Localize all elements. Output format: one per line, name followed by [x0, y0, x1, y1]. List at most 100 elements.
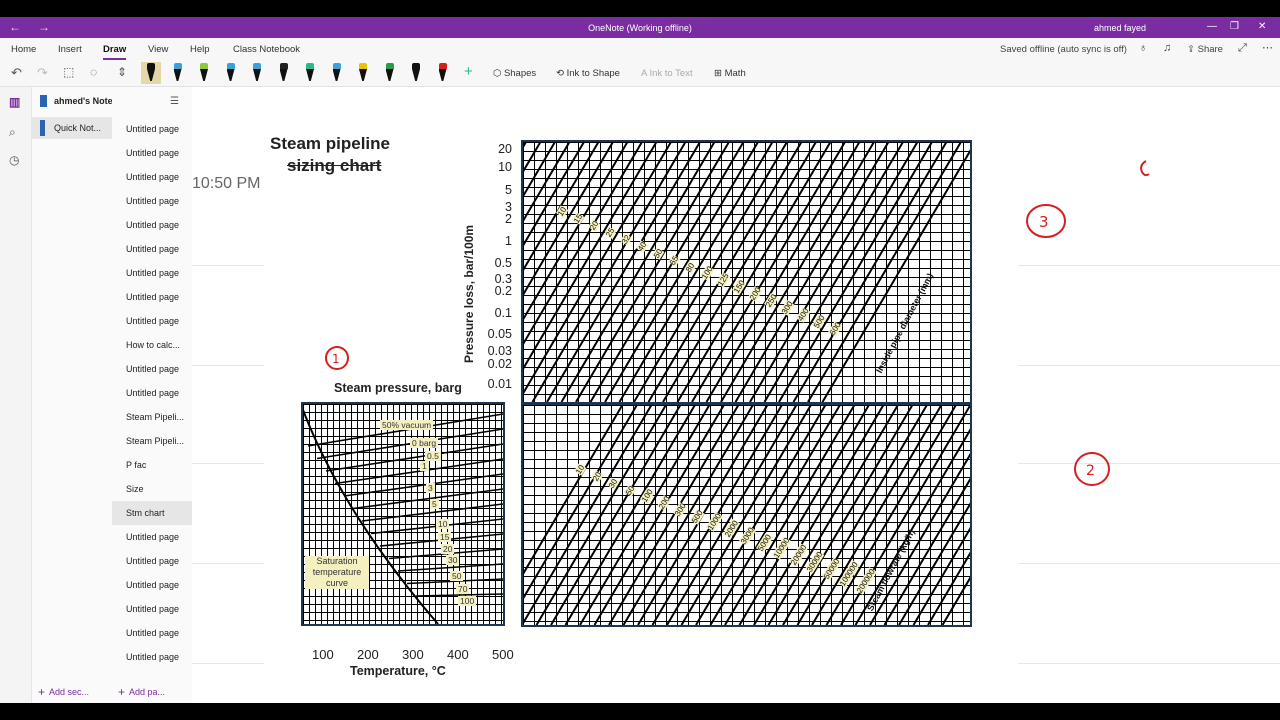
ink-to-text-button[interactable]: A Ink to Text [641, 68, 693, 79]
tab-class-notebook[interactable]: Class Notebook [233, 44, 300, 55]
share-label: Share [1197, 44, 1223, 55]
sort-icon[interactable]: ☰ [170, 96, 179, 107]
page-item[interactable]: Stm chart [112, 501, 192, 525]
diameter-grid [521, 140, 972, 404]
pen-tip [412, 63, 420, 69]
flowrate-line [523, 405, 638, 601]
shapes-label: Shapes [503, 68, 537, 79]
page-item[interactable]: Untitled page [112, 213, 192, 237]
page-item[interactable]: Untitled page [112, 357, 192, 381]
page-canvas[interactable]: 10:50 PM Steam pipeline sizing chart Ste… [192, 87, 1280, 703]
eraser-icon[interactable]: ◌ [90, 65, 97, 79]
page-item[interactable]: Untitled page [112, 117, 192, 141]
user-name[interactable]: ahmed fayed [1094, 23, 1146, 33]
page-item[interactable]: Untitled page [112, 573, 192, 597]
minimize-icon[interactable]: — [1207, 21, 1217, 32]
sections-pane: ahmed's Notebook ⌄ Quick Not... +Add sec… [32, 87, 144, 703]
pen-tip [200, 63, 208, 69]
temperature-tick: 400 [447, 647, 469, 662]
tab-insert[interactable]: Insert [58, 44, 82, 55]
lightbulb-icon[interactable]: ♁ [1139, 42, 1147, 54]
ink-annotation-2[interactable]: 2 [1070, 447, 1114, 491]
page-item[interactable]: P fac [112, 453, 192, 477]
pen-5[interactable] [251, 62, 263, 84]
more-icon[interactable]: ⋯ [1262, 41, 1273, 54]
page-item[interactable]: How to calc... [112, 333, 192, 357]
tab-view[interactable]: View [148, 44, 168, 55]
pressure-loss-tick: 0.2 [494, 284, 512, 298]
add-page-label: Add pa... [129, 687, 166, 697]
shapes-button[interactable]: ⬡ Shapes [493, 68, 536, 79]
recent-icon[interactable]: ◷ [9, 153, 19, 167]
page-item[interactable]: Untitled page [112, 285, 192, 309]
pen-9[interactable] [357, 62, 369, 84]
pen-6[interactable] [278, 62, 290, 84]
page-item[interactable]: Untitled page [112, 549, 192, 573]
page-item[interactable]: Steam Pipeli... [112, 429, 192, 453]
page-item[interactable]: Untitled page [112, 165, 192, 189]
page-item[interactable]: Untitled page [112, 597, 192, 621]
section-label: Quick Not... [54, 123, 102, 133]
tab-help[interactable]: Help [190, 44, 210, 55]
sync-status: Saved offline (auto sync is off) [1000, 44, 1127, 55]
pen-body [385, 69, 394, 81]
share-button[interactable]: ⇪ Share [1187, 44, 1223, 55]
diameter-line [676, 142, 832, 402]
close-icon[interactable]: ✕ [1258, 21, 1266, 32]
ink-stroke[interactable] [1136, 157, 1156, 181]
pen-11[interactable] [410, 62, 422, 84]
section-quick-notes[interactable]: Quick Not... [32, 117, 112, 139]
add-space-icon[interactable]: ⇕ [117, 65, 127, 79]
add-page-button[interactable]: + Add pa... [118, 684, 166, 699]
pen-3[interactable] [198, 62, 210, 84]
ink-to-shape-button[interactable]: ⟲ Ink to Shape [556, 68, 620, 79]
pressure-tag: 50% vacuum [380, 420, 434, 430]
search-icon[interactable]: ⌕ [9, 125, 16, 140]
page-title: Untitled page [126, 580, 180, 590]
tab-draw[interactable]: Draw [103, 44, 127, 60]
page-item[interactable]: Size [112, 477, 192, 501]
page-item[interactable]: Untitled page [112, 261, 192, 285]
page-item[interactable]: Steam Pipeli... [112, 405, 192, 429]
ink-annotation-1[interactable]: 1 [320, 341, 354, 375]
maximize-icon[interactable]: ❐ [1230, 21, 1239, 32]
pen-body [200, 69, 208, 81]
page-item[interactable]: Untitled page [112, 189, 192, 213]
rule-line [192, 463, 264, 464]
menu-bar: Home Insert Draw View Help Class Noteboo… [0, 38, 1280, 60]
pen-4[interactable] [225, 62, 237, 84]
pen-2[interactable] [172, 62, 184, 84]
pen-1[interactable] [141, 62, 161, 84]
ink-annotation-3[interactable]: 3 [1022, 197, 1072, 247]
add-section-button[interactable]: + Add sec... [38, 684, 89, 699]
lasso-select-icon[interactable]: ⬚ [63, 65, 74, 79]
notebooks-icon[interactable]: ▥ [9, 95, 20, 109]
page-item[interactable]: Untitled page [112, 309, 192, 333]
tab-home[interactable]: Home [11, 44, 36, 55]
page-title: Untitled page [126, 268, 180, 278]
page-item[interactable]: Untitled page [112, 141, 192, 165]
rule-line [1018, 365, 1280, 366]
math-button[interactable]: ⊞ Math [714, 68, 746, 79]
pen-10[interactable] [384, 62, 396, 84]
pen-tip [147, 63, 155, 69]
page-item[interactable]: Untitled page [112, 621, 192, 645]
page-item[interactable]: Untitled page [112, 645, 192, 669]
redo-icon[interactable]: ↷ [37, 65, 48, 81]
add-pen-icon[interactable]: + [464, 63, 473, 80]
page-item[interactable]: Untitled page [112, 381, 192, 405]
page-item[interactable]: Untitled page [112, 525, 192, 549]
page-title: Steam Pipeli... [126, 412, 185, 422]
shapes-icon: ⬡ [493, 68, 504, 79]
expand-icon[interactable]: ⤢ [1238, 42, 1247, 55]
page-item[interactable]: Untitled page [112, 237, 192, 261]
diameter-line [821, 149, 970, 402]
page-title: Untitled page [126, 220, 180, 230]
flowrate-line [523, 405, 653, 625]
pen-7[interactable] [304, 62, 316, 84]
bell-icon[interactable]: ♫ [1163, 42, 1171, 54]
pressure-tag: 50 [450, 571, 464, 581]
pen-8[interactable] [331, 62, 343, 84]
undo-icon[interactable]: ↶ [11, 65, 22, 81]
pen-12[interactable] [437, 62, 449, 84]
